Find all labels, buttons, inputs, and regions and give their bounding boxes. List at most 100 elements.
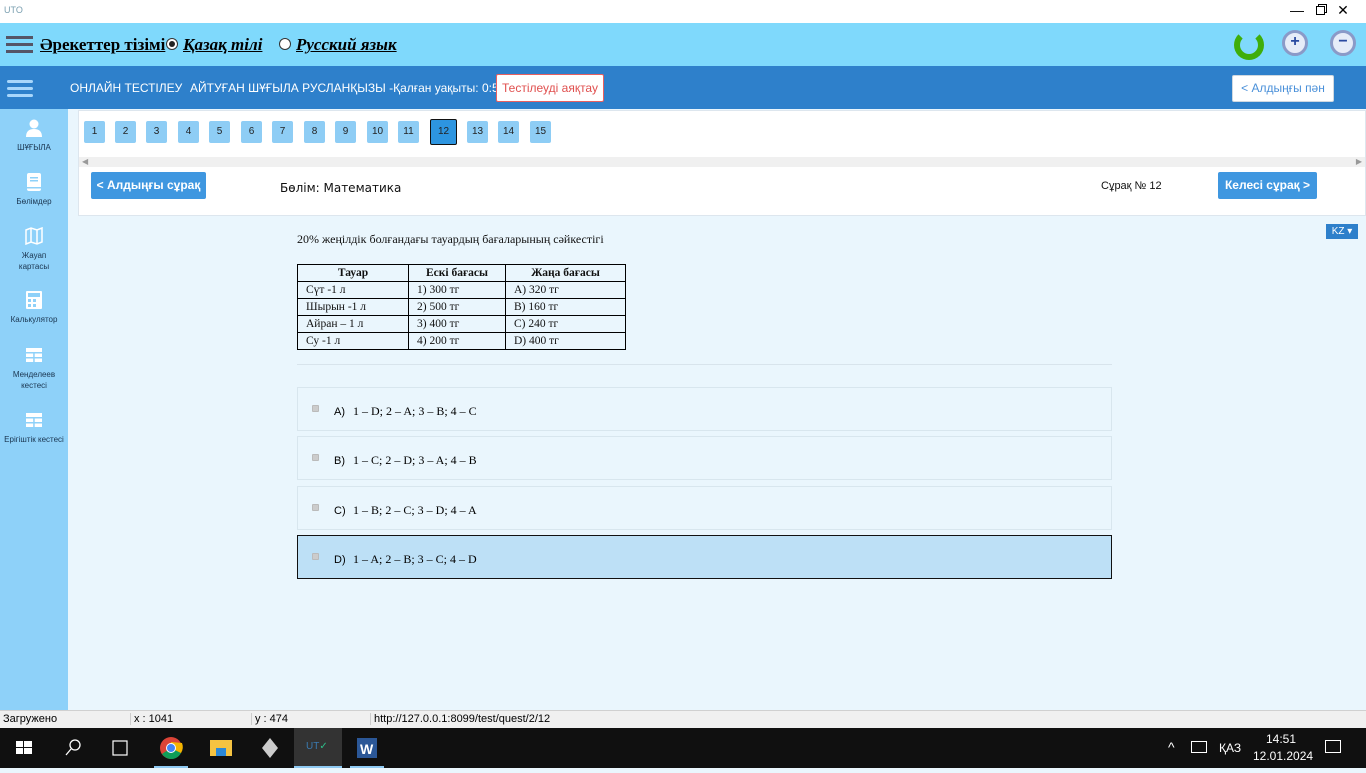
answer-checkbox[interactable] [312, 504, 319, 511]
app-icon[interactable] [245, 728, 295, 768]
question-number-button[interactable]: 4 [178, 121, 199, 143]
question-number-button[interactable]: 3 [146, 121, 167, 143]
sidebar-item-label: Бөлімдер [16, 197, 52, 206]
table-cell: 4) 200 тг [408, 332, 506, 350]
question-number-button[interactable]: 8 [304, 121, 325, 143]
table-cell: 2) 500 тг [408, 298, 506, 316]
question-number-button[interactable]: 10 [367, 121, 388, 143]
question-nav-panel: 1 2 3 4 5 6 7 8 9 10 11 12 13 14 15 ◀ ▶ < Алдыңғы сұрақ… [78, 110, 1366, 216]
chrome-icon[interactable] [146, 728, 196, 768]
table-cell: D) 400 тг [505, 332, 626, 350]
sidebar: ШҰҒЫЛА Бөлімдер Жауап картасы Калькулято… [0, 109, 68, 710]
tray-chevron-icon[interactable]: ^ [1168, 739, 1175, 755]
column-header: Жаңа бағасы [505, 264, 626, 282]
section-title: Бөлім: Математика [280, 181, 402, 195]
refresh-icon[interactable] [1234, 30, 1264, 60]
status-text: Загружено [3, 713, 58, 725]
lang-kz-radio[interactable] [166, 38, 178, 50]
input-language[interactable]: ҚАЗ [1219, 741, 1241, 755]
question-number-button[interactable]: 6 [241, 121, 262, 143]
title-bar: UTO — ✕ [0, 0, 1366, 23]
clock-time[interactable]: 14:51 [1266, 732, 1296, 746]
question-number-button[interactable]: 12 [430, 119, 457, 145]
book-icon [25, 173, 43, 191]
language-dropdown[interactable]: KZ ▾ [1326, 224, 1358, 239]
horizontal-scrollbar[interactable]: ◀ ▶ [79, 157, 1365, 167]
sidebar-item-calculator[interactable]: Калькулятор [0, 291, 68, 325]
answer-option[interactable]: A) 1 – D; 2 – A; 3 – B; 4 – C [297, 387, 1112, 431]
table-icon [25, 411, 43, 429]
app-title: ОНЛАЙН ТЕСТІЛЕУ [70, 81, 183, 95]
table-cell: A) 320 тг [505, 281, 626, 299]
question-number-button[interactable]: 9 [335, 121, 356, 143]
zoom-in-icon[interactable]: + [1282, 30, 1308, 56]
notifications-icon[interactable] [1325, 740, 1341, 753]
table-cell: Шырын -1 л [297, 298, 409, 316]
sidebar-item-label: ШҰҒЫЛА [17, 143, 51, 152]
question-number-button[interactable]: 14 [498, 121, 519, 143]
answer-text: 1 – D; 2 – A; 3 – B; 4 – C [353, 404, 477, 418]
table-cell: C) 240 тг [505, 315, 626, 333]
table-cell: B) 160 тг [505, 298, 626, 316]
restore-button[interactable] [1272, 0, 1325, 23]
table-row: Айран – 1 л 3) 400 тг C) 240 тг [297, 315, 626, 333]
svg-text:W: W [360, 741, 374, 757]
answer-option[interactable]: C) 1 – B; 2 – C; 3 – D; 4 – A [297, 486, 1112, 530]
table-cell: 3) 400 тг [408, 315, 506, 333]
sidebar-item-periodic-table[interactable]: Менделеев кестесі [0, 346, 68, 391]
sidebar-item-answer-map[interactable]: Жауап картасы [0, 226, 68, 272]
file-explorer-icon[interactable] [196, 728, 246, 768]
uto-app-icon[interactable]: UT✓ [294, 728, 342, 768]
answer-letter: C) [334, 505, 346, 517]
task-view-icon[interactable] [96, 728, 146, 768]
status-url: http://127.0.0.1:8099/test/quest/2/12 [370, 713, 550, 725]
table-row: Су -1 л 4) 200 тг D) 400 тг [297, 332, 626, 350]
question-number-button[interactable]: 7 [272, 121, 293, 143]
next-question-button[interactable]: Келесі сұрақ > [1218, 172, 1317, 199]
answer-letter: A) [334, 406, 345, 418]
menu-list-icon[interactable] [6, 36, 33, 54]
sidebar-item-sections[interactable]: Бөлімдер [0, 173, 68, 207]
question-number-button[interactable]: 1 [84, 121, 105, 143]
answer-option[interactable]: D) 1 – A; 2 – B; 3 – C; 4 – D [297, 535, 1112, 579]
zoom-out-icon[interactable]: − [1330, 30, 1356, 56]
previous-subject-button[interactable]: < Алдыңғы пән [1232, 75, 1334, 102]
network-icon[interactable] [1191, 741, 1207, 753]
price-table: Тауар Ескі бағасы Жаңа бағасы Сүт -1 л 1)… [297, 264, 626, 350]
lang-ru-radio[interactable] [279, 38, 291, 50]
calculator-icon [25, 291, 43, 309]
table-cell: Сүт -1 л [297, 281, 409, 299]
answer-checkbox[interactable] [312, 553, 319, 560]
table-row: Сүт -1 л 1) 300 тг A) 320 тг [297, 281, 626, 299]
map-icon [25, 226, 43, 246]
word-icon[interactable]: W [342, 728, 392, 768]
sidebar-item-solubility-table[interactable]: Ерігіштік кестесі [0, 411, 68, 445]
student-timer: АЙТУҒАН ШҰҒЫЛА РУСЛАНҚЫЗЫ -Қалған уақыты… [190, 81, 522, 95]
question-text: 20% жеңілдік болғандағы тауардың бағалар… [297, 232, 604, 246]
sidebar-item-profile[interactable]: ШҰҒЫЛА [0, 119, 68, 153]
lang-ru-link[interactable]: Русский язык [296, 35, 397, 55]
question-number-button[interactable]: 2 [115, 121, 136, 143]
sidebar-item-label: Менделеев кестесі [12, 370, 56, 390]
close-button[interactable]: ✕ [1320, 0, 1366, 23]
previous-question-button[interactable]: < Алдыңғы сұрақ [91, 172, 206, 199]
actions-menu-link[interactable]: Әрекеттер тізімі [40, 35, 165, 55]
table-cell: Айран – 1 л [297, 315, 409, 333]
lang-kz-link[interactable]: Қазақ тілі [183, 35, 262, 55]
answer-option[interactable]: B) 1 – C; 2 – D; 3 – A; 4 – B [297, 436, 1112, 480]
answer-checkbox[interactable] [312, 454, 319, 461]
question-number-button[interactable]: 5 [209, 121, 230, 143]
answer-checkbox[interactable] [312, 405, 319, 412]
header-bar: ОНЛАЙН ТЕСТІЛЕУ АЙТУҒАН ШҰҒЫЛА РУСЛАНҚЫЗ… [0, 66, 1366, 109]
column-header: Ескі бағасы [408, 264, 506, 282]
end-test-button[interactable]: Тестілеуді аяқтау [496, 74, 604, 102]
question-number-button[interactable]: 13 [467, 121, 488, 143]
windows-start-icon[interactable] [0, 728, 50, 768]
hamburger-icon[interactable] [7, 80, 33, 97]
question-number-button[interactable]: 15 [530, 121, 551, 143]
search-icon[interactable] [48, 728, 98, 768]
question-number-button[interactable]: 11 [398, 121, 419, 143]
app-logo: UTO [4, 5, 23, 15]
clock-date[interactable]: 12.01.2024 [1253, 749, 1313, 763]
answer-letter: B) [334, 455, 345, 467]
